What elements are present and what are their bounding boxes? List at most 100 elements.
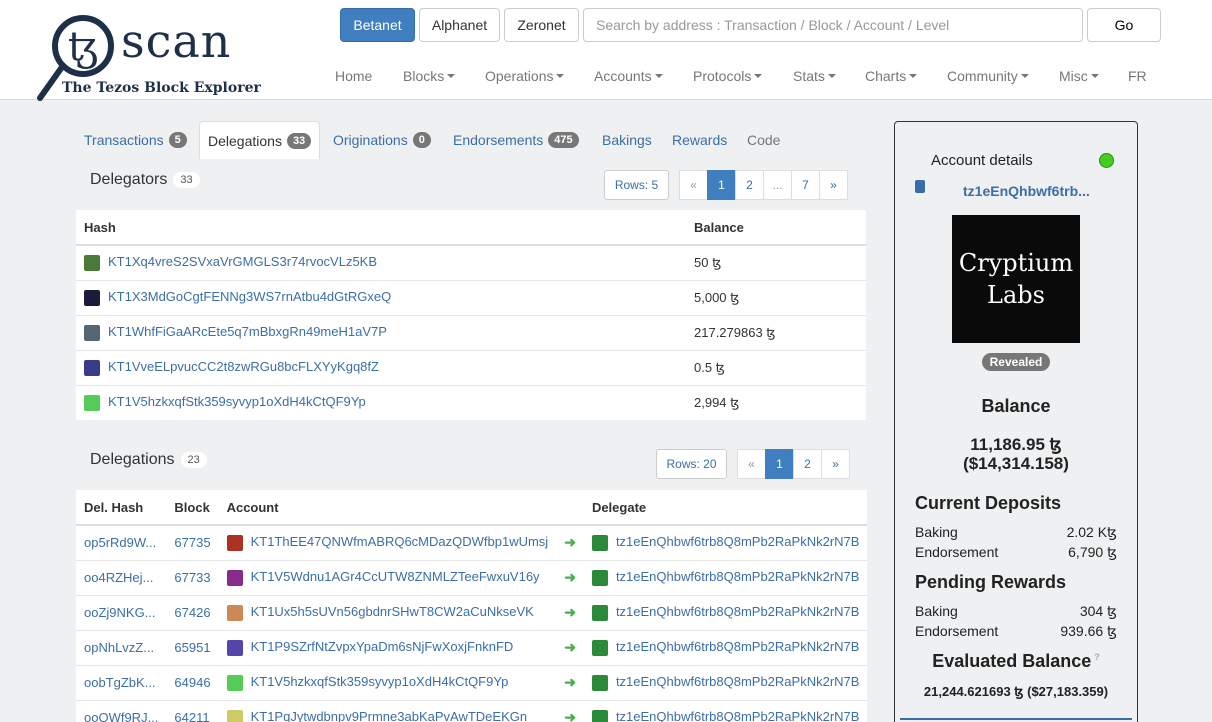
account-cell: KT1PqJytwdbnpv9Prmne3abKaPvAwTDeEKGn [218, 699, 557, 722]
pager-next[interactable]: » [819, 170, 848, 200]
account-link[interactable]: KT1ThEE47QNWfmABRQ6cMDazQDWfbp1wUmsj [251, 534, 549, 549]
operation-hash-link[interactable]: ooZj9NKG... [76, 594, 167, 630]
tab-rewards[interactable]: Rewards [672, 121, 727, 159]
delegate-link[interactable]: tz1eEnQhbwf6trb8Q8mPb2RaPkNk2rN7B [616, 709, 860, 722]
tab-count-badge: 0 [412, 132, 431, 148]
account-link[interactable]: KT1P9SZrfNtZvpxYpaDm6sNjFwXoxjFnknFD [251, 639, 514, 654]
operation-hash-link[interactable]: oobTgZbK... [76, 664, 167, 700]
delegations-title: Delegations 23 [90, 451, 207, 469]
column-header-balance: Balance [686, 210, 866, 246]
nav-operations[interactable]: Operations [485, 66, 565, 86]
account-details-card: Account details tz1eEnQhbwf6trb... Crypt… [894, 121, 1138, 722]
delegations-rows-select[interactable]: Rows: 20 [656, 449, 727, 479]
table-row: oo4RZHej... 67733 KT1V5Wdnu1AGr4CcUTW8ZNML… [76, 559, 868, 595]
operation-hash-link[interactable]: oo4RZHej... [76, 559, 167, 595]
block-level-link[interactable]: 67733 [166, 559, 219, 595]
search-input[interactable] [583, 8, 1083, 42]
nav-stats[interactable]: Stats [793, 66, 836, 86]
operation-hash-link[interactable]: op5rRd9W... [76, 524, 167, 560]
column-header-delegate: Delegate [583, 490, 868, 526]
operation-hash-link[interactable]: ooQWf9RJ... [76, 699, 167, 722]
reward-baking-value: 304 ꜩ [1079, 603, 1117, 619]
pager-page-1[interactable]: 1 [765, 449, 794, 479]
tab-endorsements[interactable]: Endorsements 475 [453, 121, 579, 159]
block-level-link[interactable]: 65951 [166, 629, 219, 665]
baker-logo-line1: Cryptium [958, 249, 1074, 277]
delegator-hash-link[interactable]: KT1VveELpvucCC2t8zwRGu8bcFLXYyKgq8fZ [108, 359, 379, 374]
delegate-link[interactable]: tz1eEnQhbwf6trb8Q8mPb2RaPkNk2rN7B [616, 569, 860, 584]
tab-delegations[interactable]: Delegations 33 [199, 121, 321, 159]
identicon-icon [226, 710, 243, 722]
delegate-link[interactable]: tz1eEnQhbwf6trb8Q8mPb2RaPkNk2rN7B [616, 604, 860, 619]
identicon-icon [84, 289, 100, 306]
block-level-link[interactable]: 64211 [166, 699, 219, 722]
block-level-link[interactable]: 67426 [166, 594, 219, 630]
network-betanet-button[interactable]: Betanet [340, 8, 415, 42]
nav-community[interactable]: Community [947, 66, 1029, 86]
delegator-hash-cell: KT1V5hzkxqfStk359syvyp1oXdH4kCtQF9Yp [76, 384, 686, 420]
delegate-link[interactable]: tz1eEnQhbwf6trb8Q8mPb2RaPkNk2rN7B [616, 639, 860, 654]
pager-page-7[interactable]: 7 [791, 170, 820, 200]
network-alphanet-button[interactable]: Alphanet [419, 8, 500, 42]
nav-protocols[interactable]: Protocols [693, 66, 763, 86]
pager-prev[interactable]: « [679, 170, 708, 200]
account-address-link[interactable]: tz1eEnQhbwf6trb... [963, 183, 1090, 199]
account-link[interactable]: KT1PqJytwdbnpv9Prmne3abKaPvAwTDeEKGn [251, 709, 528, 722]
deposit-baking-label: Baking [915, 524, 958, 540]
identicon-icon [591, 674, 608, 691]
nav-charts[interactable]: Charts [865, 66, 918, 86]
reward-endorsement-label: Endorsement [915, 623, 999, 639]
tab-code[interactable]: Code [747, 121, 780, 159]
pager-prev[interactable]: « [737, 449, 766, 479]
account-link[interactable]: KT1Ux5h5sUVn56gbdnrSHwT8CW2aCuNkseVK [251, 604, 534, 619]
identicon-icon [226, 674, 243, 691]
help-icon[interactable]: ? [1094, 652, 1100, 662]
pager-page-2[interactable]: 2 [793, 449, 822, 479]
delegate-link[interactable]: tz1eEnQhbwf6trb8Q8mPb2RaPkNk2rN7B [616, 674, 860, 689]
tab-transactions[interactable]: Transactions 5 [84, 121, 187, 159]
delegator-hash-link[interactable]: KT1WhfFiGaARcEte5q7mBbxgRn49meH1aV7P [108, 324, 387, 339]
tab-originations[interactable]: Originations 0 [333, 121, 431, 159]
caret-down-icon [1090, 74, 1099, 78]
baker-logo-line2: Labs [987, 281, 1045, 309]
caret-down-icon [909, 74, 918, 78]
balance-usd: ($14,314.158) [963, 454, 1069, 473]
pager-page-1[interactable]: 1 [707, 170, 736, 200]
tab-bakings[interactable]: Bakings [602, 121, 652, 159]
table-row: KT1Xq4vreS2SVxaVrGMGLS3r74rvocVLz5KB 50 ꜩ [76, 244, 866, 280]
nav-misc[interactable]: Misc [1059, 66, 1099, 86]
arrow-right-icon: ➜ [556, 524, 584, 560]
block-level-link[interactable]: 67735 [166, 524, 219, 560]
reward-endorsement-row: Endorsement 939.66 ꜩ [915, 623, 1117, 640]
nav-accounts[interactable]: Accounts [594, 66, 663, 86]
nav-language-fr[interactable]: FR [1128, 66, 1147, 86]
operation-hash-link[interactable]: opNhLvzZ... [76, 629, 167, 665]
table-row: ooQWf9RJ... 64211 KT1PqJytwdbnpv9Prmne3abK… [76, 699, 868, 722]
delegators-rows-select[interactable]: Rows: 5 [604, 170, 669, 200]
account-cell: KT1ThEE47QNWfmABRQ6cMDazQDWfbp1wUmsj [218, 524, 557, 560]
nav-misc-label: Misc [1059, 68, 1088, 84]
pager-next[interactable]: » [821, 449, 850, 479]
delegator-hash-link[interactable]: KT1X3MdGoCgtFENNg3WS7rnAtbu4dGtRGxeQ [108, 289, 391, 304]
nav-home-label: Home [335, 68, 373, 84]
delegate-link[interactable]: tz1eEnQhbwf6trb8Q8mPb2RaPkNk2rN7B [616, 534, 860, 549]
pager-page-2[interactable]: 2 [735, 170, 764, 200]
account-link[interactable]: KT1V5hzkxqfStk359syvyp1oXdH4kCtQF9Yp [251, 674, 509, 689]
account-link[interactable]: KT1V5Wdnu1AGr4CcUTW8ZNMLZTeeFwxuV16y [251, 569, 540, 584]
delegator-hash-link[interactable]: KT1Xq4vreS2SVxaVrGMGLS3r74rvocVLz5KB [108, 254, 377, 269]
delegator-hash-link[interactable]: KT1V5hzkxqfStk359syvyp1oXdH4kCtQF9Yp [108, 394, 366, 409]
nav-blocks[interactable]: Blocks [403, 66, 456, 86]
network-zeronet-button[interactable]: Zeronet [504, 8, 579, 42]
column-header-block: Block [166, 490, 219, 526]
tab-label: Rewards [672, 132, 728, 148]
search-go-button[interactable]: Go [1087, 8, 1161, 42]
evaluated-balance-title: Evaluated Balance [932, 651, 1092, 671]
account-cell: KT1Ux5h5sUVn56gbdnrSHwT8CW2aCuNkseVK [218, 594, 557, 630]
column-header-arrow [556, 490, 584, 526]
clipboard-icon[interactable] [915, 180, 925, 193]
site-logo[interactable]: ꜩ scan The Tezos Block Explorer [36, 12, 261, 101]
delegators-title-text: Delegators [90, 171, 168, 188]
identicon-icon [591, 710, 608, 722]
nav-home[interactable]: Home [335, 66, 372, 86]
block-level-link[interactable]: 64946 [166, 664, 219, 700]
